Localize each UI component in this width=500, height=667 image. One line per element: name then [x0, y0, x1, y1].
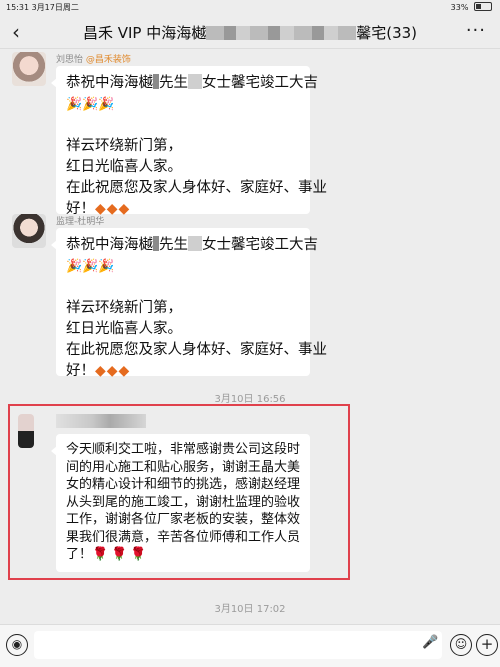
bubble-line: 在此祝愿您及家人身体好、家庭好、事业 [66, 180, 327, 196]
status-time: 15:31 3月17日周二 [6, 3, 79, 12]
voice-icon[interactable]: ◉ [6, 634, 28, 656]
chat-title-prefix: 昌禾 VIP 中海海樾 [82, 24, 207, 42]
battery-icon [474, 2, 492, 11]
avatar[interactable] [18, 414, 34, 448]
party-emoji: 🎉🎉🎉 [66, 259, 115, 274]
bubble-line: 在此祝愿您及家人身体好、家庭好、事业 [66, 342, 327, 358]
diamond-emoji: ◆◆◆ [95, 363, 131, 379]
bubble-line: 今天顺利交工啦，非常感谢贵公司这段时 [66, 442, 301, 457]
status-bar: 15:31 3月17日周二 33% [0, 0, 500, 14]
sender-name-text: 刘思怡 [56, 55, 84, 65]
avatar[interactable] [12, 214, 46, 248]
bubble-line: 祥云环绕新门第， [66, 300, 182, 316]
chat-title-suffix: 馨宅(33) [356, 24, 418, 42]
timestamp: 3月10日 16:56 [214, 394, 286, 405]
chat-title: 昌禾 VIP 中海海樾 馨宅(33) [0, 22, 500, 43]
emoji-icon[interactable]: ☺ [450, 634, 472, 656]
mic-icon[interactable]: 🎤 [422, 635, 438, 650]
timestamp: 3月10日 17:02 [214, 604, 286, 615]
bubble-line: 红日光临喜人家。 [66, 159, 182, 175]
bubble-line: 了！🌹🌹🌹 [66, 547, 150, 562]
message-bubble[interactable]: 今天顺利交工啦，非常感谢贵公司这段时 间的用心施工和贴心服务，谢谢王晶大美 女的… [51, 434, 310, 572]
bubble-line: 恭祝中海海樾 先生 女士馨宅竣工大吉 [66, 236, 318, 253]
message-bubble[interactable]: 恭祝中海海樾 先生 女士馨宅竣工大吉 🎉🎉🎉 祥云环绕新门第， 红日光临喜人家。 在… [51, 66, 327, 217]
bubble-line: 果我们很满意，辛苦各位师傅和工作人员 [66, 529, 301, 545]
more-dots-icon[interactable]: ··· [466, 20, 486, 41]
rose-emoji: 🌹🌹🌹 [92, 547, 150, 562]
bubble-line: 好！◆◆◆ [66, 363, 131, 379]
redacted-sender [56, 414, 146, 428]
chat-header: ‹ 昌禾 VIP 中海海樾 馨宅(33) ··· [0, 14, 500, 49]
party-emoji: 🎉🎉🎉 [66, 97, 115, 112]
sender-tag: @昌禾装饰 [85, 55, 131, 65]
input-bar: ◉ 🎤 ☺ + [0, 624, 500, 667]
bubble-line: 从头到尾的施工竣工，谢谢杜监理的验收 [66, 494, 301, 510]
bubble-line: 间的用心施工和贴心服务，谢谢王晶大美 [66, 459, 301, 475]
message-input[interactable] [34, 631, 442, 659]
bubble-line: 工作，谢谢各位厂家老板的安装，整体效 [66, 512, 301, 527]
sender-name: 监理-杜明华 [56, 217, 105, 227]
bubble-line: 恭祝中海海樾 先生 女士馨宅竣工大吉 [66, 74, 318, 91]
sender-name: 刘思怡 @昌禾装饰 [56, 52, 131, 65]
avatar[interactable] [12, 52, 46, 86]
redacted-title [206, 26, 357, 40]
message-bubble[interactable]: 恭祝中海海樾 先生 女士馨宅竣工大吉 🎉🎉🎉 祥云环绕新门第， 红日光临喜人家。 在… [51, 228, 327, 379]
bubble-line: 祥云环绕新门第， [66, 138, 182, 154]
bubble-line: 女的精心设计和细节的挑选，感谢赵经理 [66, 477, 301, 492]
bubble-line: 红日光临喜人家。 [66, 321, 182, 337]
battery-percent: 33% [450, 3, 469, 12]
plus-icon[interactable]: + [476, 634, 498, 656]
status-right: 33% [451, 2, 492, 12]
